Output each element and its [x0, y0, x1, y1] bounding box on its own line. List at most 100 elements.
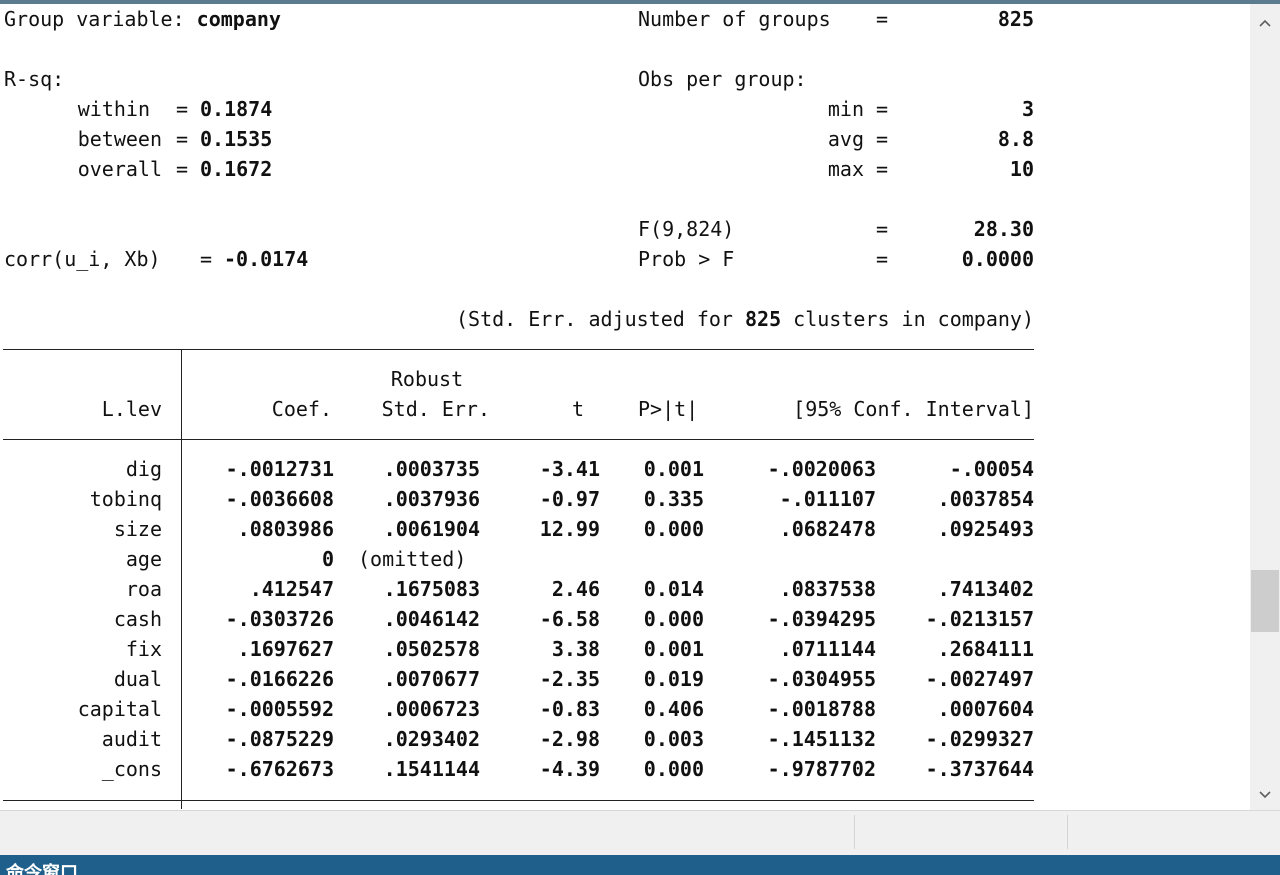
- cell-ci-lower: -.0394295: [767, 607, 876, 631]
- obs-max-eq: =: [876, 157, 889, 181]
- chevron-down-icon[interactable]: [1250, 780, 1280, 810]
- cell-t: -2.35: [539, 667, 600, 691]
- cell-coef: -.6762673: [225, 757, 334, 781]
- prob-f-value: 0.0000: [961, 247, 1034, 271]
- cell-std-err: .0293402: [383, 727, 480, 751]
- cell-t: -0.83: [539, 697, 600, 721]
- col-header-coef: Coef.: [271, 397, 332, 421]
- col-header-t: t: [571, 397, 584, 421]
- command-window-header[interactable]: 命令窗口: [0, 855, 1280, 875]
- f-stat-value: 28.30: [973, 217, 1034, 241]
- col-header-p: P>|t|: [638, 397, 699, 421]
- depvar-label: L.lev: [101, 397, 162, 421]
- cell-t: [510, 544, 600, 574]
- cell-p: 0.335: [643, 487, 704, 511]
- obs-per-group-label: Obs per group:: [638, 67, 807, 91]
- table-bottom-rule: [3, 800, 1034, 801]
- cell-t: -6.58: [539, 607, 600, 631]
- cell-coef: -.0875229: [225, 727, 334, 751]
- command-window-title: 命令窗口: [6, 863, 78, 875]
- table-top-rule: [3, 349, 1034, 350]
- cell-ci-upper: .7413402: [937, 577, 1034, 601]
- cell-std-err: (omitted): [358, 547, 467, 571]
- obs-avg-value: 8.8: [997, 127, 1034, 151]
- cell-ci-upper: .0037854: [937, 487, 1034, 511]
- num-groups-label: Number of groups: [638, 7, 831, 31]
- cell-p: 0.001: [643, 637, 704, 661]
- cell-ci-lower: -.0304955: [767, 667, 876, 691]
- rsq-overall-label: overall: [77, 157, 162, 181]
- cell-p: 0.000: [643, 757, 704, 781]
- table-divider: [181, 349, 182, 809]
- cell-std-err: .0061904: [383, 517, 480, 541]
- obs-avg-label: avg: [827, 127, 864, 151]
- cell-std-err: .1675083: [383, 577, 480, 601]
- status-pane: [1067, 815, 1280, 849]
- cell-std-err: .0006723: [383, 697, 480, 721]
- group-variable-value: company: [196, 7, 281, 31]
- cell-ci-upper: -.3737644: [925, 757, 1034, 781]
- cell-coef: .1697627: [237, 637, 334, 661]
- rsq-within-value: 0.1874: [200, 97, 273, 121]
- cell-coef: .412547: [249, 577, 334, 601]
- cell-variable: tobinq: [89, 487, 162, 511]
- group-variable-line: Group variable: company: [4, 4, 281, 34]
- cell-ci-lower: [740, 544, 876, 574]
- f-stat-eq: =: [876, 217, 889, 241]
- cell-ci-lower: .0682478: [779, 517, 876, 541]
- cell-coef: -.0166226: [225, 667, 334, 691]
- cell-ci-upper: -.0027497: [925, 667, 1034, 691]
- cell-ci-lower: -.9787702: [767, 757, 876, 781]
- cell-ci-lower: -.0018788: [767, 697, 876, 721]
- results-pane: Group variable: company Number of groups…: [0, 4, 1250, 810]
- rsq-label: R-sq:: [4, 67, 65, 91]
- cell-p: 0.000: [643, 517, 704, 541]
- cell-variable: fix: [125, 637, 162, 661]
- cell-variable: age: [125, 547, 162, 571]
- obs-avg-eq: =: [876, 127, 889, 151]
- corr-label: corr(u_i, Xb): [4, 247, 161, 271]
- rsq-between-label: between: [77, 127, 162, 151]
- cell-variable: audit: [101, 727, 162, 751]
- cell-variable: roa: [125, 577, 162, 601]
- status-bar: [0, 810, 1280, 855]
- cell-t: 2.46: [551, 577, 600, 601]
- cell-coef: -.0005592: [225, 697, 334, 721]
- cell-p: 0.003: [643, 727, 704, 751]
- cell-ci-upper: -.00054: [949, 457, 1034, 481]
- cell-t: 12.99: [539, 517, 600, 541]
- cell-std-err: .0003735: [383, 457, 480, 481]
- cell-ci-lower: -.1451132: [767, 727, 876, 751]
- cell-variable: capital: [77, 697, 162, 721]
- num-groups-value: 825: [997, 7, 1034, 31]
- group-variable-label: Group variable:: [4, 7, 197, 31]
- cell-coef: .0803986: [237, 517, 334, 541]
- rsq-overall-eq: =: [176, 157, 189, 181]
- num-groups-eq: =: [876, 7, 889, 31]
- obs-min-eq: =: [876, 97, 889, 121]
- chevron-up-icon[interactable]: [1250, 8, 1280, 38]
- cell-coef: -.0012731: [225, 457, 334, 481]
- cell-ci-upper: [900, 544, 1034, 574]
- rsq-between-value: 0.1535: [200, 127, 273, 151]
- scrollbar-thumb[interactable]: [1251, 570, 1279, 632]
- cell-t: -4.39: [539, 757, 600, 781]
- prob-f-eq: =: [876, 247, 889, 271]
- cluster-note-post: clusters in company): [781, 307, 1034, 331]
- cell-variable: cash: [113, 607, 162, 631]
- cell-p: 0.406: [643, 697, 704, 721]
- col-header-ci: [95% Conf. Interval]: [793, 397, 1034, 421]
- cell-variable: size: [113, 517, 162, 541]
- corr-value: -0.0174: [224, 247, 309, 271]
- vertical-scrollbar[interactable]: [1250, 4, 1280, 810]
- cell-ci-upper: -.0299327: [925, 727, 1034, 751]
- cell-ci-lower: .0837538: [779, 577, 876, 601]
- cell-t: -2.98: [539, 727, 600, 751]
- cell-std-err: .0502578: [383, 637, 480, 661]
- cell-ci-lower: -.0020063: [767, 457, 876, 481]
- cell-ci-lower: -.011107: [779, 487, 876, 511]
- cell-ci-upper: .0007604: [937, 697, 1034, 721]
- cell-p: 0.000: [643, 607, 704, 631]
- cell-std-err: .0037936: [383, 487, 480, 511]
- cell-variable: dig: [125, 457, 162, 481]
